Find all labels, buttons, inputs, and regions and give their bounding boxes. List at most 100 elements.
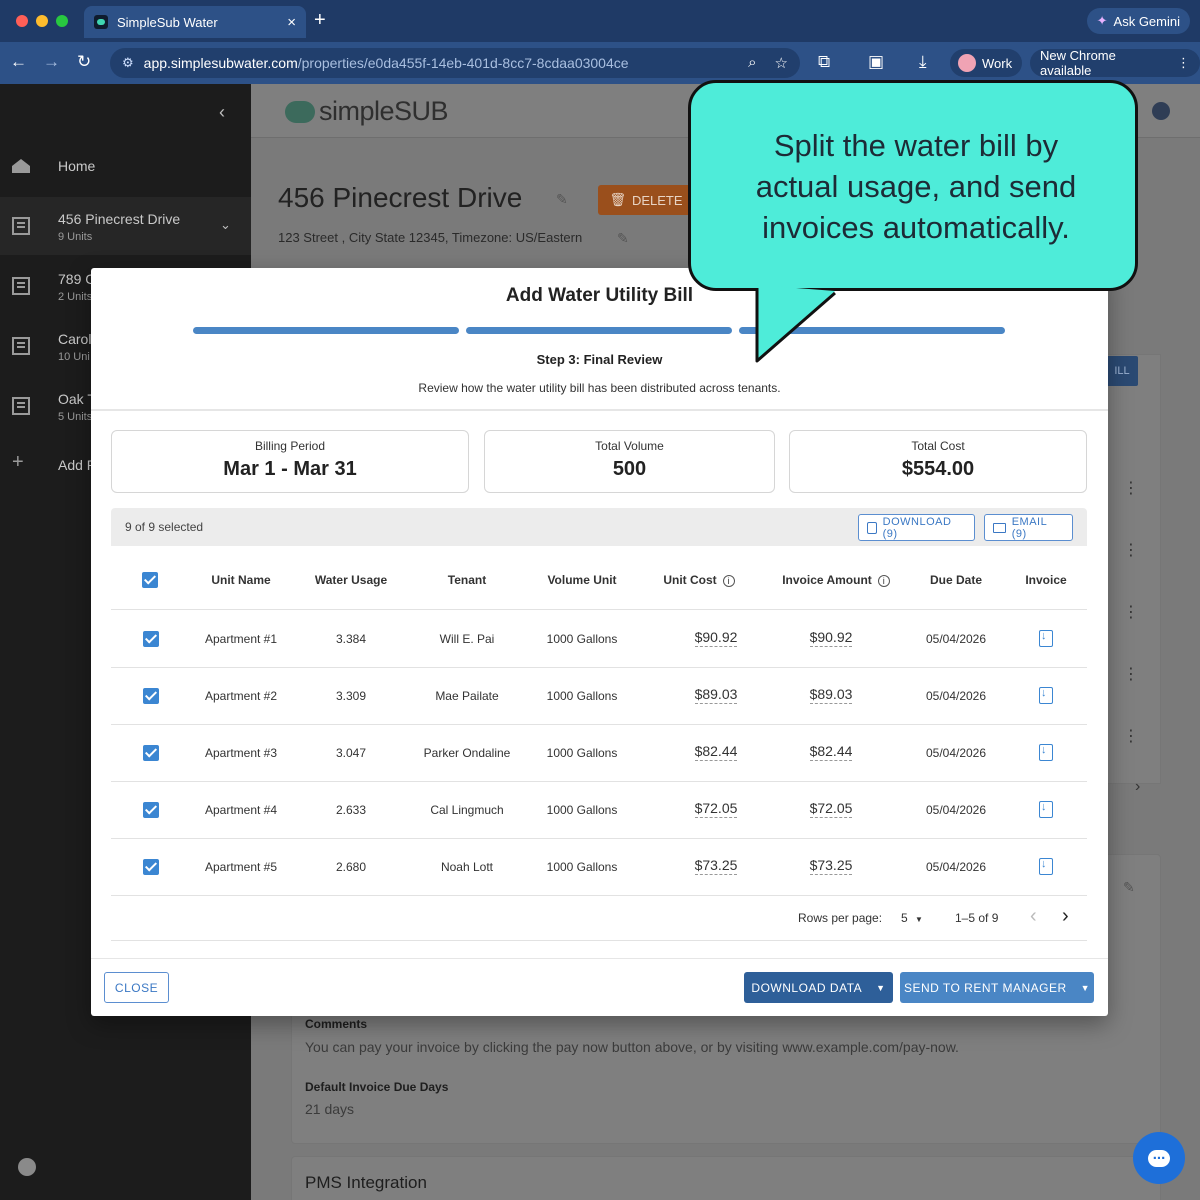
- extensions-icon[interactable]: ⧉: [818, 52, 830, 72]
- table-row[interactable]: Apartment #3 3.047 Parker Ondaline 1000 Gal…: [111, 725, 1087, 782]
- minimize-window-button[interactable]: [36, 15, 48, 27]
- send-to-rent-manager-button[interactable]: SEND TO RENT MANAGER ▼: [900, 972, 1094, 1003]
- table-row[interactable]: Apartment #1 3.384 Will E. Pai 1000 Gallons…: [111, 611, 1087, 668]
- zoom-icon[interactable]: ⌕: [748, 54, 756, 72]
- row-menu-icon[interactable]: ⋮: [1123, 664, 1139, 684]
- table-row[interactable]: Apartment #2 3.309 Mae Pailate 1000 Gallons…: [111, 668, 1087, 725]
- download-invoice-icon[interactable]: [1039, 858, 1053, 875]
- cell-unit-cost: $82.44: [666, 743, 766, 761]
- sidebar-item-property-456[interactable]: 456 Pinecrest Drive 9 Units ⌄: [0, 197, 251, 255]
- maximize-window-button[interactable]: [56, 15, 68, 27]
- total-volume-value: 500: [612, 458, 647, 480]
- prev-page-button[interactable]: ‹: [1030, 905, 1037, 928]
- close-tab-icon[interactable]: ×: [287, 14, 296, 31]
- mail-icon: [993, 522, 1006, 533]
- row-checkbox[interactable]: [143, 859, 159, 875]
- new-tab-button[interactable]: +: [314, 9, 326, 32]
- cell-water-usage-text: 3.384: [335, 632, 367, 646]
- info-icon[interactable]: i: [722, 575, 735, 587]
- sidebar-item-home[interactable]: Home: [0, 138, 251, 196]
- sidebar-item-label: Carol: [58, 331, 92, 347]
- row-menu-icon[interactable]: ⋮: [1123, 726, 1139, 746]
- chrome-update-button[interactable]: New Chrome available ⋮: [1030, 48, 1200, 78]
- download-selected-button[interactable]: DOWNLOAD (9): [858, 514, 975, 541]
- account-icon[interactable]: [1152, 102, 1170, 120]
- add-bill-button[interactable]: ILL: [1106, 356, 1138, 386]
- download-selected-label: DOWNLOAD (9): [882, 515, 952, 540]
- forward-arrow-icon[interactable]: →: [43, 52, 60, 72]
- more-menu-icon[interactable]: ⋮: [1177, 55, 1190, 71]
- close-button[interactable]: CLOSE: [104, 972, 169, 1003]
- callout-bubble: Split the water bill by actual usage, an…: [688, 80, 1138, 291]
- row-menu-icon[interactable]: ⋮: [1123, 602, 1139, 622]
- column-header-unit-name[interactable]: Unit Name: [193, 573, 289, 587]
- chevron-down-icon[interactable]: ⌄: [220, 217, 231, 233]
- column-header-invoice: Invoice: [1025, 573, 1067, 587]
- column-header-water-usage[interactable]: Water Usage: [306, 573, 396, 587]
- callout-tail: [755, 285, 836, 363]
- browser-tabstrip: SimpleSub Water × + ✦ Ask Gemini: [0, 0, 1200, 42]
- row-checkbox[interactable]: [143, 745, 159, 761]
- reading-mode-icon[interactable]: ▣: [868, 52, 884, 72]
- cell-water-usage: 3.309: [306, 689, 396, 703]
- row-checkbox[interactable]: [143, 688, 159, 704]
- row-checkbox[interactable]: [143, 631, 159, 647]
- cell-due-date: 05/04/2026: [911, 860, 1001, 874]
- cell-unit-name-text: Apartment #1: [204, 632, 278, 646]
- row-menu-icon[interactable]: ⋮: [1123, 540, 1139, 560]
- collapse-sidebar-icon[interactable]: ‹: [219, 102, 225, 123]
- column-header-tenant[interactable]: Tenant: [417, 573, 517, 587]
- billing-period-card: Billing Period Mar 1 - Mar 31: [111, 430, 469, 493]
- profile-button[interactable]: Work: [950, 49, 1023, 77]
- back-arrow-icon[interactable]: ←: [10, 52, 27, 72]
- delete-label: DELETE: [631, 192, 683, 208]
- select-all-checkbox[interactable]: [142, 572, 158, 588]
- site-settings-icon[interactable]: ⚙: [122, 55, 134, 71]
- cell-unit-name: Apartment #5: [193, 860, 289, 874]
- rows-per-page-select[interactable]: 5 ▼: [901, 911, 923, 925]
- sidebar-item-units: 2 Units: [58, 291, 93, 303]
- total-volume-label: Total Volume: [595, 439, 664, 453]
- edit-address-icon[interactable]: ✎: [617, 230, 629, 247]
- sidebar-item-label: Home: [58, 158, 96, 174]
- ask-gemini-button[interactable]: ✦ Ask Gemini: [1086, 8, 1190, 34]
- selection-toolbar: 9 of 9 selected DOWNLOAD (9) EMAIL (9): [111, 508, 1087, 546]
- reload-icon[interactable]: ↻: [77, 52, 91, 72]
- edit-title-icon[interactable]: ✎: [556, 191, 568, 208]
- cell-unit-cost-text: $73.25: [694, 857, 738, 875]
- info-icon[interactable]: i: [877, 575, 890, 587]
- callout-text: Split the water bill by actual usage, an…: [701, 125, 1131, 248]
- email-selected-button[interactable]: EMAIL (9): [984, 514, 1073, 541]
- column-header-invoice-amount[interactable]: Invoice Amount i: [771, 573, 901, 587]
- next-page-button[interactable]: ›: [1062, 905, 1069, 928]
- download-invoice-icon[interactable]: [1039, 801, 1053, 818]
- page-title: 456 Pinecrest Drive: [278, 182, 523, 213]
- pms-title: PMS Integration: [305, 1173, 427, 1192]
- browser-tab[interactable]: SimpleSub Water ×: [84, 6, 306, 38]
- address-bar[interactable]: ⚙ app.simplesubwater.com /properties/e0d…: [110, 48, 800, 78]
- download-icon[interactable]: ⤓: [919, 52, 927, 72]
- download-invoice-icon[interactable]: [1039, 630, 1053, 647]
- sidebar-item-label: 456 Pinecrest Drive: [58, 211, 181, 227]
- table-row[interactable]: Apartment #4 2.633 Cal Lingmuch 1000 Gallon…: [111, 782, 1087, 839]
- download-invoice-icon[interactable]: [1039, 687, 1053, 704]
- cell-invoice-amount: $73.25: [781, 857, 881, 875]
- cell-volume-unit: 1000 Gallons: [532, 746, 632, 760]
- delete-property-button[interactable]: 🗑 DELETE: [598, 185, 694, 215]
- next-page-icon[interactable]: ›: [1135, 778, 1140, 796]
- download-invoice-icon[interactable]: [1039, 744, 1053, 761]
- callout-line: Split the water bill by: [773, 128, 1059, 163]
- row-checkbox[interactable]: [143, 802, 159, 818]
- column-header-volume-unit[interactable]: Volume Unit: [532, 573, 632, 587]
- row-menu-icon[interactable]: ⋮: [1123, 478, 1139, 498]
- download-data-button[interactable]: DOWNLOAD DATA ▼: [744, 972, 893, 1003]
- column-header-unit-cost[interactable]: Unit Cost i: [649, 573, 749, 587]
- bookmark-star-icon[interactable]: ☆: [775, 54, 788, 72]
- property-address: 123 Street , City State 12345, Timezone:…: [278, 230, 583, 245]
- chat-support-button[interactable]: [1133, 1132, 1185, 1184]
- table-row[interactable]: Apartment #5 2.680 Noah Lott 1000 Gallons $7…: [111, 839, 1087, 896]
- column-header-due-date[interactable]: Due Date: [911, 573, 1001, 587]
- bug-report-icon[interactable]: [18, 1158, 36, 1176]
- edit-settings-icon[interactable]: ✎: [1123, 879, 1135, 896]
- close-window-button[interactable]: [16, 15, 28, 27]
